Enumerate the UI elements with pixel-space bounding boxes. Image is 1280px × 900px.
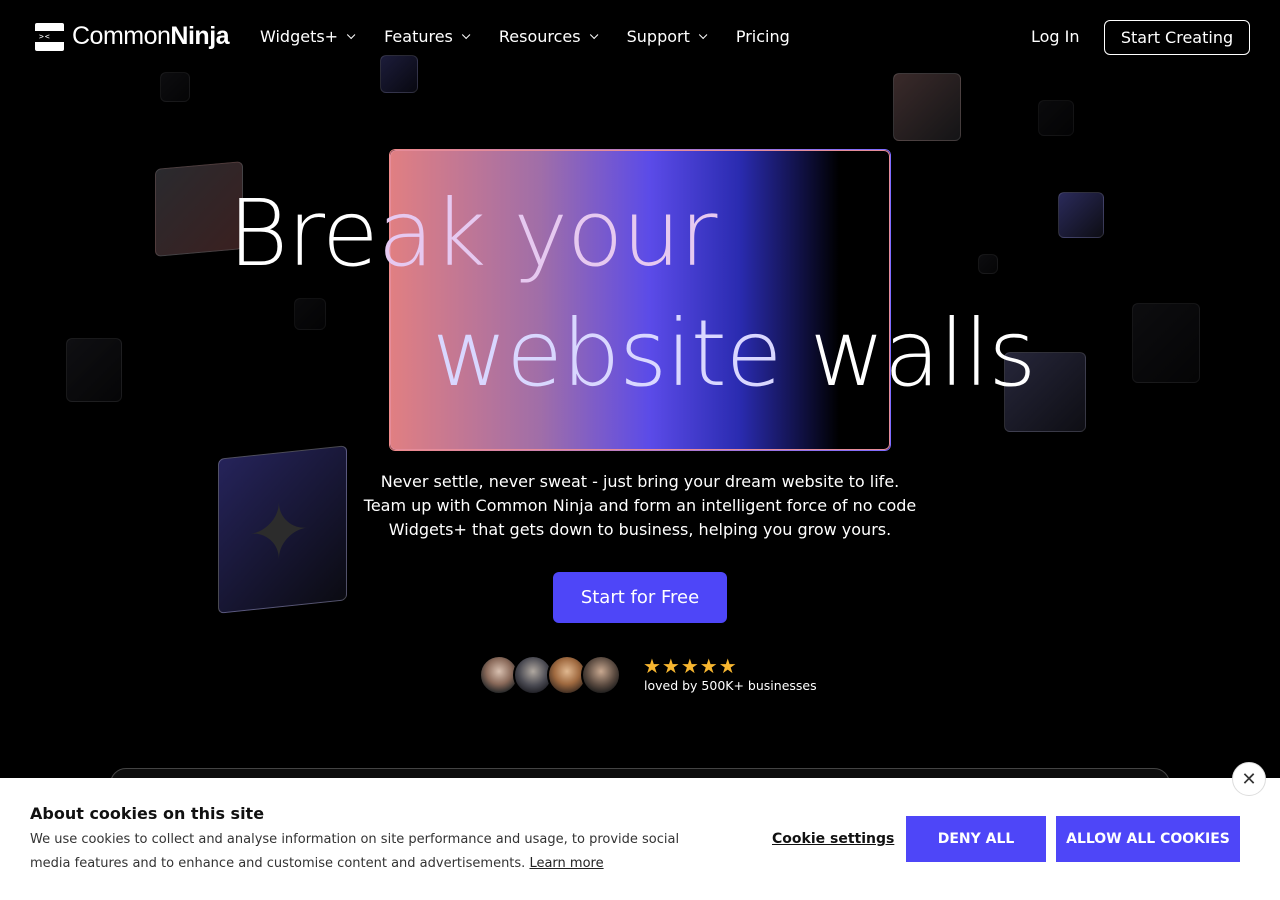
rating-stars-icon: ★★★★★ [643, 654, 738, 678]
avatar [581, 655, 621, 695]
main-menu: Widgets+ Features Resources Support Pric… [260, 27, 822, 46]
social-proof-text: loved by 500K+ businesses [644, 678, 817, 693]
cookie-settings-button[interactable]: Cookie settings [772, 831, 894, 847]
ninja-logo-icon: >< [35, 22, 64, 51]
deny-all-button[interactable]: DENY ALL [906, 816, 1046, 862]
cookie-banner: About cookies on this site We use cookie… [0, 778, 1280, 900]
deco-tile [160, 72, 190, 102]
menu-item-widgets[interactable]: Widgets+ [260, 27, 356, 46]
chevron-down-icon [346, 30, 356, 39]
hero-headline-line2: website walls [432, 300, 1036, 407]
menu-item-support[interactable]: Support [627, 27, 708, 46]
chevron-down-icon [461, 30, 471, 39]
cookie-title: About cookies on this site [30, 804, 265, 823]
top-nav: >< CommonNinja Widgets+ Features Resourc… [0, 0, 1280, 75]
chevron-down-icon [589, 30, 598, 39]
sparkle-icon: ✦ [218, 445, 347, 614]
deco-tile [1038, 100, 1074, 136]
chevron-down-icon [698, 30, 708, 39]
music-note-icon [1058, 192, 1104, 238]
close-icon[interactable]: ✕ [1232, 762, 1266, 796]
start-for-free-button[interactable]: Start for Free [553, 572, 727, 623]
menu-item-resources[interactable]: Resources [499, 27, 598, 46]
play-icon [893, 73, 961, 141]
learn-more-link[interactable]: Learn more [529, 856, 603, 871]
deco-tile [66, 338, 122, 402]
deco-tile [294, 298, 326, 330]
customer-avatars [479, 655, 621, 695]
deco-tile [380, 55, 418, 93]
allow-all-cookies-button[interactable]: ALLOW ALL COOKIES [1056, 816, 1240, 862]
login-link[interactable]: Log In [1031, 27, 1080, 46]
hero-headline-line1: Break your [228, 180, 717, 287]
hero-subtitle: Never settle, never sweat - just bring y… [363, 472, 917, 539]
menu-item-features[interactable]: Features [384, 27, 471, 46]
logo-text: CommonNinja [72, 22, 230, 50]
deco-tile [978, 254, 998, 274]
start-creating-button[interactable]: Start Creating [1104, 20, 1250, 55]
cookie-text: We use cookies to collect and analyse in… [30, 832, 680, 871]
logo[interactable]: >< CommonNinja [35, 22, 230, 51]
deco-tile [1132, 303, 1200, 383]
menu-item-pricing[interactable]: Pricing [736, 27, 790, 46]
